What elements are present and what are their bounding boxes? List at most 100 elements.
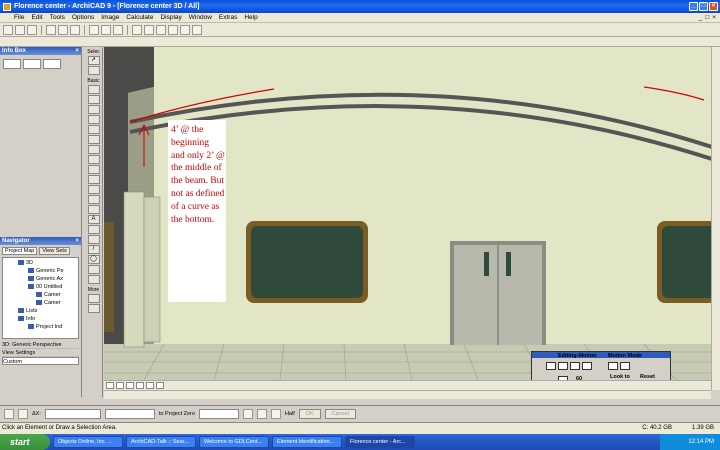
close-button[interactable]: × <box>709 2 718 11</box>
walk-icon[interactable] <box>570 362 580 370</box>
minimize-button[interactable]: _ <box>689 2 698 11</box>
open-file-icon[interactable] <box>15 24 25 35</box>
menu-window[interactable]: Window <box>189 14 212 21</box>
rotate-icon[interactable] <box>558 362 568 370</box>
zoom-icon[interactable] <box>156 24 166 35</box>
window-tool-icon[interactable] <box>87 115 100 124</box>
object-tool-icon[interactable] <box>87 135 100 144</box>
grid-icon[interactable] <box>168 24 178 35</box>
menu-edit[interactable]: Edit <box>31 14 42 21</box>
dimension-tool-icon[interactable] <box>87 235 100 244</box>
zone-tool-icon[interactable] <box>87 185 100 194</box>
roof-tool-icon[interactable] <box>87 165 100 174</box>
save-icon[interactable] <box>27 24 37 35</box>
maximize-button[interactable]: □ <box>699 2 708 11</box>
lamp-tool-icon[interactable] <box>87 145 100 154</box>
info-box-field[interactable] <box>43 59 61 69</box>
menu-extras[interactable]: Extras <box>219 14 237 21</box>
motion-mode-icon[interactable] <box>608 362 618 370</box>
move-icon[interactable] <box>546 362 556 370</box>
pen-icon[interactable] <box>132 24 142 35</box>
beam-tool-icon[interactable] <box>87 105 100 114</box>
zoom-icon[interactable] <box>270 409 281 419</box>
close-icon[interactable] <box>4 409 14 419</box>
fill-tool-icon[interactable] <box>87 275 100 284</box>
menu-tools[interactable]: Tools <box>50 14 65 21</box>
camera-tool-icon[interactable] <box>87 205 100 214</box>
undo-icon[interactable] <box>58 24 68 35</box>
layer-icon[interactable] <box>144 24 154 35</box>
tree-item[interactable]: Camer <box>4 291 77 299</box>
taskbar-item[interactable]: Welcome to GDLCent... <box>199 436 269 448</box>
info-box-field[interactable] <box>23 59 41 69</box>
close-icon[interactable]: × <box>75 237 79 245</box>
info-box-field[interactable] <box>3 59 21 69</box>
start-button[interactable]: start <box>0 434 50 450</box>
print-icon[interactable] <box>46 24 56 35</box>
close-icon[interactable]: × <box>75 47 79 55</box>
text-tool-icon[interactable]: A <box>87 215 100 224</box>
distance-field[interactable] <box>198 409 239 419</box>
label-tool-icon[interactable] <box>87 225 100 234</box>
cut-icon[interactable] <box>89 24 99 35</box>
redo-icon[interactable] <box>70 24 80 35</box>
menu-help[interactable]: Help <box>244 14 257 21</box>
arrow-tool-icon[interactable]: ➚ <box>87 56 100 65</box>
view-settings-select[interactable]: Custom <box>2 357 79 365</box>
copy-icon[interactable] <box>101 24 111 35</box>
column-tool-icon[interactable] <box>87 95 100 104</box>
tab-project-map[interactable]: Project Map <box>2 247 38 255</box>
vertical-scrollbar[interactable] <box>711 47 720 390</box>
next-zoom-icon[interactable] <box>156 382 164 389</box>
snap-icon[interactable] <box>242 409 253 419</box>
doc-restore-button[interactable]: □ <box>705 14 709 21</box>
slab-tool-icon[interactable] <box>87 155 100 164</box>
magnet-icon[interactable] <box>256 409 267 419</box>
tree-item[interactable]: 00 Untitled <box>4 283 77 291</box>
tree-item[interactable]: Camer <box>4 299 77 307</box>
section-icon[interactable] <box>192 24 202 35</box>
line-tool-icon[interactable]: / <box>87 245 100 254</box>
delta-x-field[interactable] <box>44 409 101 419</box>
relative-coord-icon[interactable] <box>18 409 28 419</box>
view-settings-toggle[interactable]: View Settings <box>2 349 79 357</box>
stair-tool-icon[interactable] <box>87 195 100 204</box>
door-tool-icon[interactable] <box>87 125 100 134</box>
tree-item[interactable]: Generic Ax <box>4 275 77 283</box>
tree-item[interactable]: Lists <box>4 307 77 315</box>
wall-tool-icon[interactable] <box>87 85 100 94</box>
menu-file[interactable]: File <box>14 14 24 21</box>
arc-tool-icon[interactable]: ◯ <box>87 255 100 264</box>
doc-close-button[interactable]: × <box>712 14 716 21</box>
tree-item[interactable]: 3D <box>4 259 77 267</box>
cancel-button[interactable]: Cancel <box>324 409 356 419</box>
taskbar-item[interactable]: Element Identification... <box>272 436 342 448</box>
fit-window-icon[interactable] <box>126 382 134 389</box>
tab-view-sets[interactable]: View Sets <box>39 247 70 255</box>
doc-minimize-button[interactable]: _ <box>699 14 703 21</box>
motion-mode-icon[interactable] <box>620 362 630 370</box>
tree-item[interactable]: Project Ind <box>4 323 77 331</box>
angle-field[interactable] <box>104 409 155 419</box>
zoom-in-icon[interactable] <box>106 382 114 389</box>
marquee-tool-icon[interactable] <box>87 66 100 75</box>
pan-icon[interactable] <box>136 382 144 389</box>
taskbar-item[interactable]: ArchiCAD-Talk :: Sear... <box>126 436 196 448</box>
menu-options[interactable]: Options <box>72 14 94 21</box>
mesh-tool-icon[interactable] <box>87 175 100 184</box>
menu-display[interactable]: Display <box>160 14 181 21</box>
taskbar-item-active[interactable]: Florence center - Arc... <box>345 436 415 448</box>
tree-item[interactable]: Info <box>4 315 77 323</box>
horizontal-scrollbar[interactable] <box>104 390 711 399</box>
tree-item[interactable]: Generic Pe <box>4 267 77 275</box>
3d-view-icon[interactable] <box>180 24 190 35</box>
new-file-icon[interactable] <box>3 24 13 35</box>
zoom-out-icon[interactable] <box>116 382 124 389</box>
more-tool-icon[interactable] <box>87 304 100 313</box>
taskbar-item[interactable]: Objects Online, Inc. ... <box>53 436 123 448</box>
polyline-tool-icon[interactable] <box>87 265 100 274</box>
more-tool-icon[interactable] <box>87 294 100 303</box>
menu-image[interactable]: Image <box>101 14 119 21</box>
paste-icon[interactable] <box>113 24 123 35</box>
menu-calculate[interactable]: Calculate <box>126 14 153 21</box>
